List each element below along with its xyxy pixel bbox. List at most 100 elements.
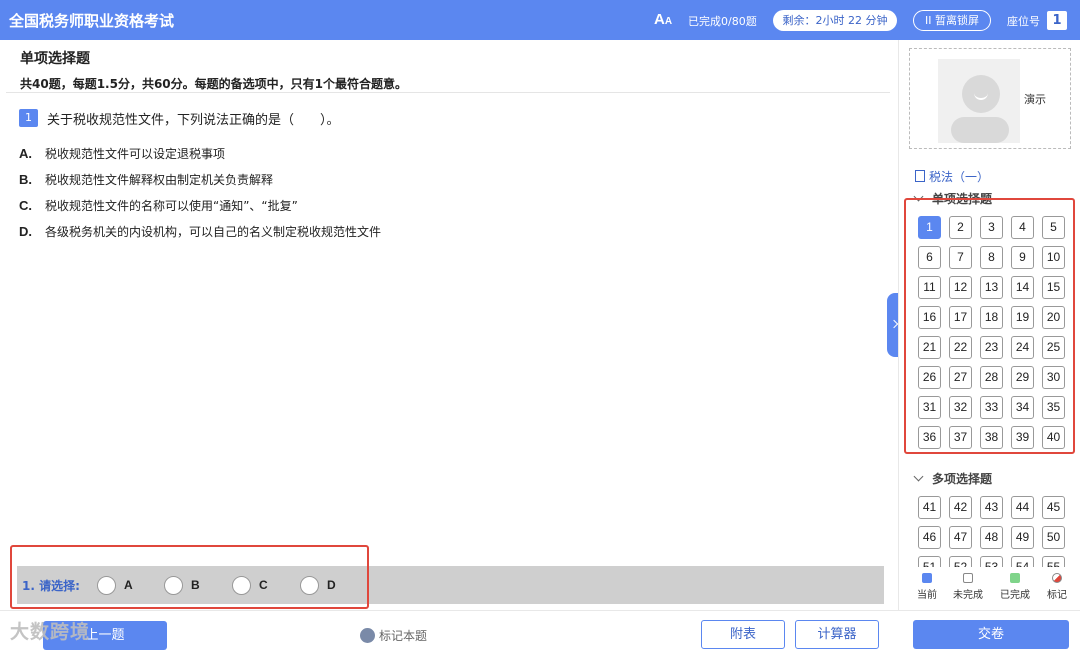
subject-link[interactable]: 税法（一）	[915, 168, 989, 185]
prev-question-button[interactable]: 上一题	[43, 621, 167, 650]
question-nav-button[interactable]: 19	[1011, 306, 1034, 329]
option-b: B. 税收规范性文件解释权由制定机关负责解释	[19, 171, 273, 188]
section-description: 共40题，每题1.5分，共60分。每题的备选项中，只有1个最符合题意。	[20, 77, 408, 91]
answer-radio-c[interactable]: C	[232, 574, 268, 596]
question-nav-button[interactable]: 1	[918, 216, 941, 239]
question-nav-button[interactable]: 42	[949, 496, 972, 519]
radio-circle[interactable]	[300, 575, 319, 595]
question-nav-button[interactable]: 36	[918, 426, 941, 449]
question-nav-button[interactable]: 14	[1011, 276, 1034, 299]
option-text: 税收规范性文件的名称可以使用“通知”、“批复”	[45, 199, 298, 213]
answer-sheet-sidebar: 演示 税法（一） 单项选择题 1 2 3 4 5 6 7 8 9 10 11 12 13 14 15 16 17…	[898, 40, 1080, 610]
question-nav-button[interactable]: 40	[1042, 426, 1065, 449]
question-nav-button[interactable]: 43	[980, 496, 1003, 519]
question-nav-button[interactable]: 4	[1011, 216, 1034, 239]
pin-icon	[360, 628, 375, 643]
question-nav-button[interactable]: 28	[980, 366, 1003, 389]
question-nav-button[interactable]: 27	[949, 366, 972, 389]
question-nav-button[interactable]: 12	[949, 276, 972, 299]
question-nav-button[interactable]: 44	[1011, 496, 1034, 519]
question-nav-button[interactable]: 16	[918, 306, 941, 329]
chevron-down-icon	[913, 471, 924, 482]
answer-bar: 1. 请选择: A B C D	[17, 566, 884, 604]
question-nav-button[interactable]: 6	[918, 246, 941, 269]
answer-radio-a[interactable]: A	[97, 574, 133, 596]
option-key: B.	[19, 172, 32, 187]
document-icon	[915, 170, 925, 182]
candidate-photo-box: 演示	[909, 48, 1071, 149]
question-nav-button[interactable]: 15	[1042, 276, 1065, 299]
question-nav-button[interactable]: 45	[1042, 496, 1065, 519]
question-nav-button[interactable]: 38	[980, 426, 1003, 449]
question-nav-button[interactable]: 26	[918, 366, 941, 389]
radio-circle[interactable]	[164, 575, 183, 595]
appendix-button[interactable]: 附表	[701, 620, 785, 649]
pause-lock-button[interactable]: II 暂离锁屏	[913, 10, 991, 31]
option-text: 税收规范性文件解释权由制定机关负责解释	[45, 173, 274, 187]
question-nav-button[interactable]: 48	[980, 526, 1003, 549]
question-nav-button[interactable]: 41	[918, 496, 941, 519]
question-nav-button[interactable]: 3	[980, 216, 1003, 239]
question-nav-button[interactable]: 39	[1011, 426, 1034, 449]
question-nav-button[interactable]: 47	[949, 526, 972, 549]
question-nav-button[interactable]: 50	[1042, 526, 1065, 549]
legend-label: 已完成	[1000, 590, 1030, 601]
question-nav-button[interactable]: 7	[949, 246, 972, 269]
option-key: D.	[19, 224, 32, 239]
question-nav-button[interactable]: 35	[1042, 396, 1065, 419]
progress-text: 已完成0/80题	[688, 15, 757, 28]
seat-label: 座位号	[1007, 15, 1040, 28]
question-nav-button[interactable]: 37	[949, 426, 972, 449]
answer-radio-d[interactable]: D	[300, 574, 336, 596]
question-nav-button[interactable]: 29	[1011, 366, 1034, 389]
answer-prompt: 1. 请选择:	[22, 579, 80, 593]
timer-badge: 剩余：2小时 22 分钟	[773, 10, 897, 31]
avatar	[938, 59, 1020, 143]
submit-exam-button[interactable]: 交卷	[913, 620, 1069, 649]
group-header-single-choice[interactable]: 单项选择题	[913, 190, 992, 207]
option-c: C. 税收规范性文件的名称可以使用“通知”、“批复”	[19, 197, 298, 214]
answer-radio-b[interactable]: B	[164, 574, 200, 596]
radio-circle[interactable]	[97, 575, 116, 595]
legend-current: 当前	[907, 573, 947, 601]
question-nav-button[interactable]: 20	[1042, 306, 1065, 329]
question-nav-button[interactable]: 22	[949, 336, 972, 359]
option-text: 税收规范性文件可以设定退税事项	[45, 147, 226, 161]
calculator-button[interactable]: 计算器	[795, 620, 879, 649]
question-nav-button[interactable]: 18	[980, 306, 1003, 329]
group-title: 多项选择题	[932, 472, 993, 486]
chevron-down-icon	[913, 191, 924, 202]
question-nav-button[interactable]: 25	[1042, 336, 1065, 359]
answer-radio-label: C	[259, 578, 268, 592]
app-title: 全国税务师职业资格考试	[9, 12, 175, 30]
legend-swatch	[963, 573, 973, 583]
question-nav-button[interactable]: 31	[918, 396, 941, 419]
question-nav-button[interactable]: 13	[980, 276, 1003, 299]
question-nav-button[interactable]: 46	[918, 526, 941, 549]
question-nav-button[interactable]: 9	[1011, 246, 1034, 269]
question-nav-button[interactable]: 2	[949, 216, 972, 239]
question-nav-button[interactable]: 23	[980, 336, 1003, 359]
group-header-multi-choice[interactable]: 多项选择题	[913, 470, 993, 487]
question-nav-button[interactable]: 30	[1042, 366, 1065, 389]
question-nav-button[interactable]: 21	[918, 336, 941, 359]
question-number-badge: 1	[19, 109, 38, 127]
mark-question-button[interactable]: 标记本题	[360, 627, 427, 644]
font-size-icon[interactable]: AA	[654, 11, 672, 28]
question-nav-button[interactable]: 17	[949, 306, 972, 329]
mark-label: 标记本题	[379, 629, 428, 643]
question-nav-button[interactable]: 24	[1011, 336, 1034, 359]
question-nav-button[interactable]: 34	[1011, 396, 1034, 419]
question-nav-button[interactable]: 49	[1011, 526, 1034, 549]
question-nav-button[interactable]: 11	[918, 276, 941, 299]
question-nav-button[interactable]: 10	[1042, 246, 1065, 269]
radio-circle[interactable]	[232, 575, 251, 595]
question-nav-button[interactable]: 5	[1042, 216, 1065, 239]
seat-number-badge: 1	[1047, 11, 1067, 30]
legend-marked: 标记	[1037, 573, 1077, 601]
option-a: A. 税收规范性文件可以设定退税事项	[19, 145, 225, 162]
question-nav-button[interactable]: 32	[949, 396, 972, 419]
option-key: A.	[19, 146, 32, 161]
question-nav-button[interactable]: 33	[980, 396, 1003, 419]
question-nav-button[interactable]: 8	[980, 246, 1003, 269]
